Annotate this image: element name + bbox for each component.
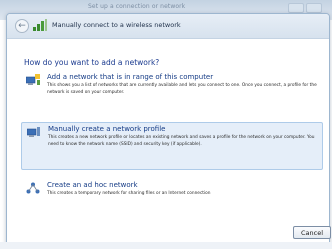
option-title: Add a network that is in range of this c… [47,73,214,81]
network-profile-icon [27,127,40,137]
network-add-icon [26,74,40,85]
option-add-network-in-range[interactable]: Add a network that is in range of this c… [21,71,321,115]
wireless-network-icon [33,19,47,31]
page-heading: How do you want to add a network? [24,58,160,67]
ad-hoc-network-icon [26,182,40,194]
dialog-footer [0,242,332,249]
cancel-button[interactable]: Cancel [293,226,331,239]
option-manually-create-profile[interactable]: Manually create a network profile This c… [21,122,323,170]
option-description: This creates a temporary network for sha… [47,191,211,196]
option-description: This shows you a list of networks that a… [47,83,317,95]
option-create-ad-hoc-network[interactable]: Create an ad hoc network This creates a … [21,179,321,215]
dialog-window: ← Manually connect to a wireless network… [6,13,330,245]
option-title: Create an ad hoc network [47,181,138,189]
option-description: This creates a new network profile or lo… [48,135,315,147]
option-title: Manually create a network profile [48,125,166,133]
maximize-icon[interactable] [306,3,322,13]
back-button[interactable]: ← [15,19,29,33]
window-title: Manually connect to a wireless network [52,21,181,29]
background-window-title: Set up a connection or network [88,3,186,10]
title-bar: ← Manually connect to a wireless network [7,14,329,39]
minimize-icon[interactable] [288,3,304,13]
